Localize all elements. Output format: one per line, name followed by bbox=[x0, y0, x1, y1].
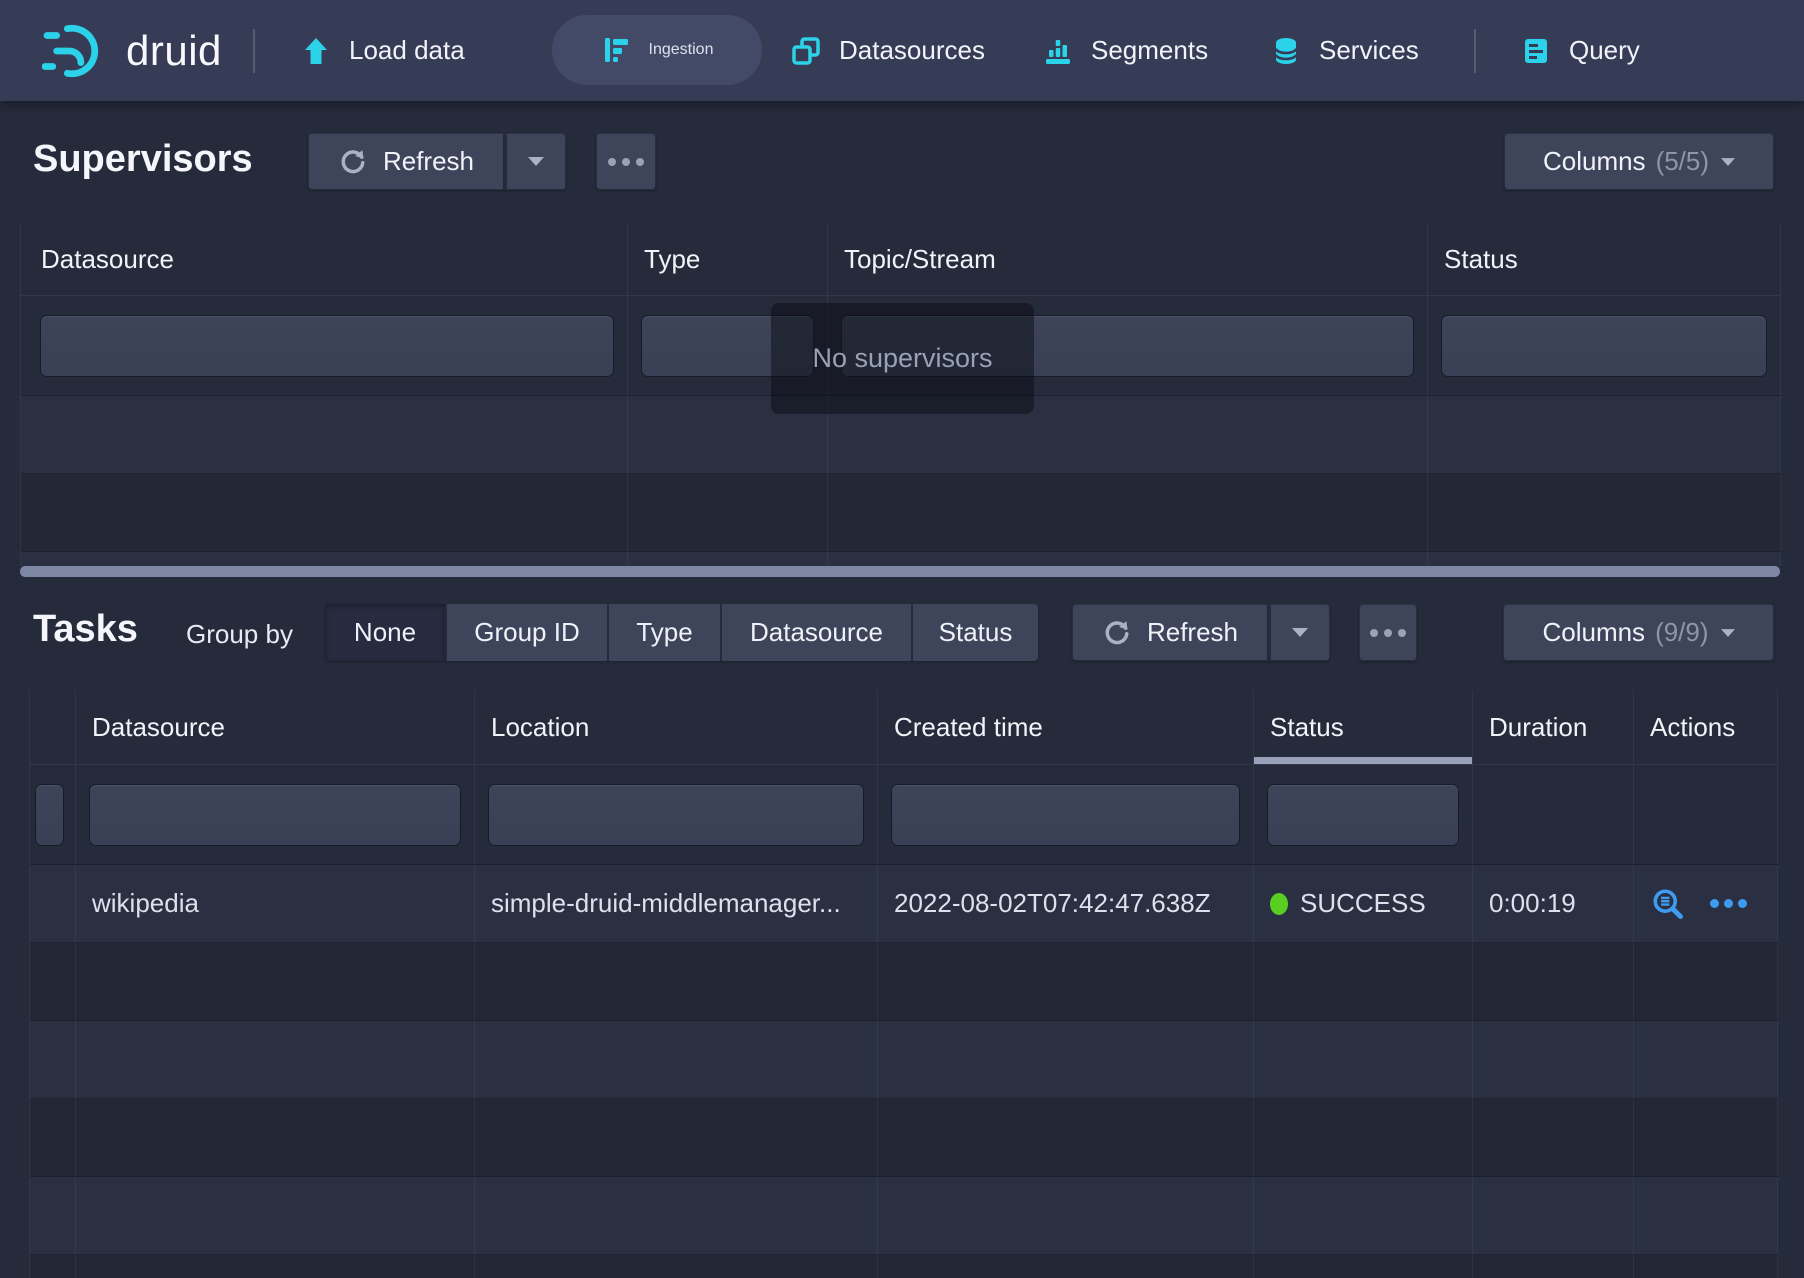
datasources-icon bbox=[790, 35, 822, 67]
services-icon bbox=[1270, 35, 1302, 67]
tasks-columns-button[interactable]: Columns (9/9) bbox=[1503, 604, 1774, 661]
nav-item-load-data[interactable]: Load data bbox=[300, 0, 465, 101]
upload-icon bbox=[300, 35, 332, 67]
tasks-empty-row bbox=[30, 1099, 1778, 1177]
tasks-refresh-button[interactable]: Refresh bbox=[1072, 604, 1268, 661]
tasks-header-row: Datasource Location Created time Status … bbox=[30, 690, 1778, 765]
caret-down-icon bbox=[1292, 628, 1308, 637]
druid-console: druid Load data Ingestion bbox=[0, 0, 1804, 1278]
supervisors-refresh-button[interactable]: Refresh bbox=[308, 133, 504, 190]
task-duration-cell: 0:00:19 bbox=[1473, 865, 1634, 942]
tasks-empty-row bbox=[30, 1177, 1778, 1255]
task-actions-more-icon[interactable] bbox=[1710, 899, 1747, 908]
tasks-empty-row bbox=[30, 1021, 1778, 1099]
tasks-title: Tasks bbox=[33, 608, 138, 651]
tasks-location-filter-input[interactable] bbox=[489, 785, 863, 845]
success-status-dot-icon bbox=[1270, 893, 1288, 915]
supervisors-refresh-caret-button[interactable] bbox=[504, 133, 566, 190]
tasks-header-datasource[interactable]: Datasource bbox=[76, 690, 475, 765]
task-detail-magnifier-icon[interactable] bbox=[1650, 886, 1686, 922]
no-supervisors-message: No supervisors bbox=[812, 343, 992, 374]
refresh-icon bbox=[1102, 618, 1132, 648]
supervisors-header-status[interactable]: Status bbox=[1428, 224, 1781, 296]
supervisors-header-type[interactable]: Type bbox=[628, 224, 828, 296]
druid-logo[interactable]: druid bbox=[42, 0, 222, 101]
task-status-cell: SUCCESS bbox=[1254, 865, 1473, 942]
supervisors-status-filter-input[interactable] bbox=[1442, 316, 1766, 376]
supervisors-table: Datasource Type Topic/Stream Status No s… bbox=[20, 224, 1781, 566]
tasks-header-duration[interactable]: Duration bbox=[1473, 690, 1634, 765]
nav-divider bbox=[1474, 29, 1476, 73]
caret-down-icon bbox=[528, 157, 544, 166]
tasks-more-button[interactable] bbox=[1359, 604, 1417, 661]
tasks-header-location[interactable]: Location bbox=[475, 690, 878, 765]
supervisors-horizontal-scrollbar[interactable] bbox=[20, 566, 1780, 577]
supervisors-columns-button[interactable]: Columns (5/5) bbox=[1504, 133, 1774, 190]
nav-item-datasources[interactable]: Datasources bbox=[790, 0, 985, 101]
segments-icon bbox=[1042, 35, 1074, 67]
more-icon bbox=[608, 158, 644, 166]
tasks-task-id-filter-input[interactable] bbox=[36, 785, 63, 845]
supervisors-header-datasource[interactable]: Datasource bbox=[21, 224, 628, 296]
nav-item-query[interactable]: Query bbox=[1520, 0, 1640, 101]
group-by-segmented-control: None Group ID Type Datasource Status bbox=[325, 604, 1038, 661]
supervisors-empty-row bbox=[21, 552, 1781, 566]
tasks-refresh-caret-button[interactable] bbox=[1268, 604, 1330, 661]
tasks-empty-row bbox=[30, 1255, 1778, 1278]
nav-item-services[interactable]: Services bbox=[1270, 0, 1419, 101]
group-by-label: Group by bbox=[186, 619, 293, 650]
group-by-group-id-button[interactable]: Group ID bbox=[445, 604, 607, 661]
group-by-type-button[interactable]: Type bbox=[607, 604, 720, 661]
nav-item-ingestion-active[interactable]: Ingestion bbox=[552, 15, 762, 85]
supervisors-datasource-filter-input[interactable] bbox=[41, 316, 613, 376]
tasks-header-created-time[interactable]: Created time bbox=[878, 690, 1254, 765]
more-icon bbox=[1370, 629, 1406, 637]
group-by-none-button[interactable]: None bbox=[325, 604, 445, 661]
supervisors-header-topic-stream[interactable]: Topic/Stream bbox=[828, 224, 1428, 296]
no-supervisors-overlay: No supervisors bbox=[771, 303, 1034, 414]
tasks-header-task-id-clipped[interactable] bbox=[30, 690, 76, 765]
druid-logo-icon bbox=[42, 20, 112, 82]
supervisors-title: Supervisors bbox=[33, 138, 253, 181]
task-row-wikipedia[interactable]: wikipedia simple-druid-middlemanager... … bbox=[30, 865, 1778, 943]
status-sort-indicator bbox=[1254, 757, 1472, 764]
query-icon bbox=[1520, 35, 1552, 67]
nav-item-segments[interactable]: Segments bbox=[1042, 0, 1208, 101]
supervisors-header-row: Datasource Type Topic/Stream Status bbox=[21, 224, 1781, 296]
tasks-columns-count: (9/9) bbox=[1655, 617, 1708, 648]
top-navbar: druid Load data Ingestion bbox=[0, 0, 1804, 101]
group-by-datasource-button[interactable]: Datasource bbox=[720, 604, 911, 661]
ingestion-icon bbox=[601, 34, 633, 66]
tasks-filter-row bbox=[30, 765, 1778, 865]
tasks-refresh-group: Refresh bbox=[1072, 604, 1330, 661]
supervisors-empty-row bbox=[21, 474, 1781, 552]
task-created-time-cell: 2022-08-02T07:42:47.638Z bbox=[878, 865, 1254, 942]
nav-divider bbox=[253, 29, 255, 73]
caret-down-icon bbox=[1721, 629, 1735, 637]
tasks-datasource-filter-input[interactable] bbox=[90, 785, 460, 845]
tasks-status-filter-input[interactable] bbox=[1268, 785, 1458, 845]
tasks-created-time-filter-input[interactable] bbox=[892, 785, 1239, 845]
tasks-header-status[interactable]: Status bbox=[1254, 690, 1473, 765]
tasks-header-actions[interactable]: Actions bbox=[1634, 690, 1778, 765]
task-location-cell: simple-druid-middlemanager... bbox=[475, 865, 878, 942]
caret-down-icon bbox=[1721, 158, 1735, 166]
supervisors-more-button[interactable] bbox=[596, 133, 656, 190]
group-by-status-button[interactable]: Status bbox=[911, 604, 1038, 661]
druid-wordmark: druid bbox=[126, 27, 222, 75]
tasks-empty-row bbox=[30, 943, 1778, 1021]
tasks-table: Datasource Location Created time Status … bbox=[29, 690, 1778, 1278]
task-datasource-cell: wikipedia bbox=[76, 865, 475, 942]
task-actions-cell bbox=[1634, 865, 1778, 942]
refresh-icon bbox=[338, 147, 368, 177]
supervisors-columns-count: (5/5) bbox=[1656, 146, 1709, 177]
supervisors-refresh-group: Refresh bbox=[308, 133, 566, 190]
